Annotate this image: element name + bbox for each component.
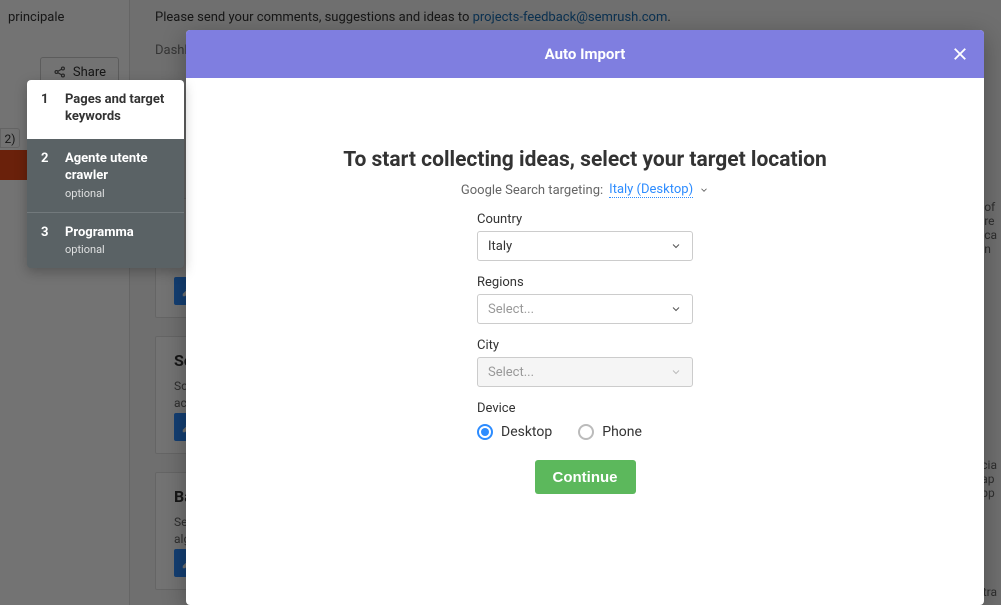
modal-header: Auto Import [186, 30, 984, 78]
radio-unchecked-icon [578, 424, 594, 440]
modal-close-button[interactable] [948, 42, 972, 66]
city-label: City [477, 338, 693, 353]
modal-title: Auto Import [545, 45, 626, 63]
target-location-form: Country Italy Regions Select... City Sel… [477, 212, 693, 494]
device-label: Device [477, 401, 693, 416]
country-select[interactable]: Italy [477, 231, 693, 261]
device-option-desktop[interactable]: Desktop [477, 424, 552, 440]
chevron-down-icon [670, 303, 682, 315]
wizard-steps-panel: 1 Pages and target keywords 2 Agente ute… [27, 80, 184, 268]
wizard-step-3-num: 3 [41, 225, 51, 257]
regions-select[interactable]: Select... [477, 294, 693, 324]
device-option-phone[interactable]: Phone [578, 424, 642, 440]
wizard-step-2-title: Agente utente crawler [65, 151, 170, 185]
wizard-step-3-title: Programma [65, 225, 134, 242]
modal-targeting-row: Google Search targeting: Italy (Desktop) [461, 182, 709, 198]
chevron-down-icon [699, 185, 709, 195]
modal-targeting-link[interactable]: Italy (Desktop) [609, 182, 693, 198]
wizard-step-1[interactable]: 1 Pages and target keywords [27, 80, 184, 139]
auto-import-modal: Auto Import To start collecting ideas, s… [186, 30, 984, 605]
device-desktop-label: Desktop [501, 424, 552, 440]
wizard-step-2-sub: optional [65, 187, 170, 200]
city-select[interactable]: Select... [477, 357, 693, 387]
radio-checked-icon [477, 424, 493, 440]
city-select-placeholder: Select... [488, 365, 534, 380]
modal-heading: To start collecting ideas, select your t… [343, 148, 827, 172]
wizard-step-3[interactable]: 3 Programma optional [27, 213, 184, 269]
modal-body: To start collecting ideas, select your t… [186, 78, 984, 605]
device-radio-group: Desktop Phone [477, 424, 693, 440]
device-phone-label: Phone [602, 424, 642, 440]
chevron-down-icon [670, 240, 682, 252]
regions-select-placeholder: Select... [488, 302, 534, 317]
wizard-step-3-sub: optional [65, 243, 134, 256]
wizard-step-1-title: Pages and target keywords [65, 92, 170, 126]
chevron-down-icon [670, 366, 682, 378]
country-label: Country [477, 212, 693, 227]
regions-label: Regions [477, 275, 693, 290]
modal-targeting-value: Italy (Desktop) [609, 182, 693, 197]
continue-button[interactable]: Continue [535, 460, 636, 494]
wizard-step-2-num: 2 [41, 151, 51, 200]
modal-targeting-label: Google Search targeting: [461, 183, 603, 198]
wizard-step-2[interactable]: 2 Agente utente crawler optional [27, 139, 184, 213]
country-select-value: Italy [488, 239, 512, 254]
wizard-step-1-num: 1 [41, 92, 51, 126]
close-icon [951, 45, 969, 63]
